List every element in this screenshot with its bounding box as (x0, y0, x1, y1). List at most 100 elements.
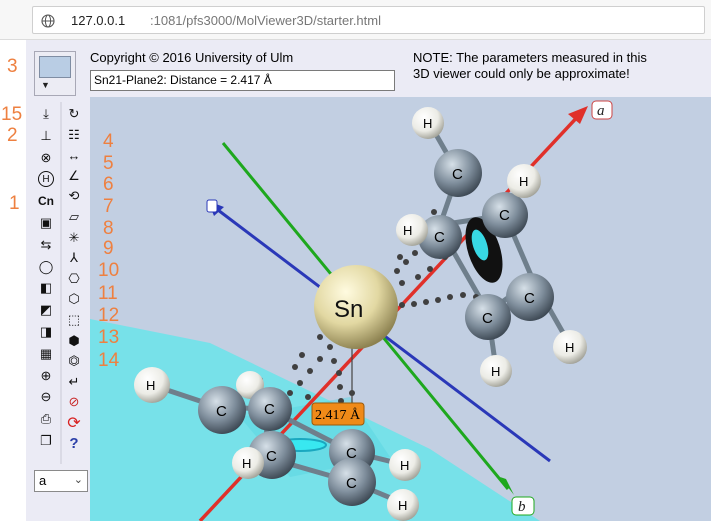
annotation-9: 9 (103, 238, 114, 259)
cube-icon: ◧ (39, 280, 53, 296)
carbon-label: C (499, 207, 510, 224)
hydrogen-label: H (146, 378, 155, 393)
copy-icon: ❐ (40, 433, 52, 448)
cube-add-button[interactable]: ◨ (34, 320, 58, 344)
centroid-icon: ✳ (68, 229, 80, 245)
cube-add-icon: ◨ (39, 324, 53, 339)
globe-icon (41, 14, 55, 28)
clipboard-color-button[interactable]: ▣ (34, 211, 58, 235)
annotation-12: 12 (98, 305, 120, 326)
cube-edit-button[interactable]: ◩ (34, 298, 58, 322)
hydrogen-label: H (398, 498, 407, 513)
ring-button[interactable]: ◯ (34, 255, 58, 279)
cube-stack-button[interactable]: ▦ (34, 342, 58, 366)
annotation-15: 15 (1, 104, 23, 125)
return-icon: ↵ (68, 373, 80, 389)
copy-button[interactable]: ❐ (34, 429, 58, 453)
ring-icon: ◯ (38, 258, 54, 274)
url-field[interactable]: 127.0.0.1 :1081/pfs3000/MolViewer3D/star… (32, 6, 705, 34)
annotation-6: 6 (103, 174, 114, 195)
measurement-field[interactable]: Sn21-Plane2: Distance = 2.417 Å (90, 70, 395, 91)
rotate-button[interactable]: ⇆ (34, 233, 58, 257)
distance-label: 2.417 Å (315, 407, 361, 423)
print-icon: ⎙ (40, 411, 52, 427)
axis-a-label: a (597, 103, 605, 119)
hydrogen-label: H (565, 340, 574, 355)
cube-button[interactable]: ◧ (34, 276, 58, 300)
note-line-1: NOTE: The parameters measured in this (413, 50, 647, 65)
hydrogen-label: H (242, 456, 251, 471)
cube-edit-icon: ◩ (39, 302, 53, 318)
refresh-icon: ⟳ (67, 415, 81, 432)
frame-select[interactable]: a ⌄ (34, 470, 88, 492)
hydrogen-button[interactable]: H (34, 167, 58, 191)
dropdown-arrow-icon: ▼ (41, 80, 50, 90)
distance-icon: ↔ (67, 147, 81, 163)
element-label-icon: Cn (38, 194, 54, 209)
help-button[interactable]: ? (62, 432, 86, 456)
ring-hexagon-icon: ⬢ (68, 332, 80, 348)
print-button[interactable]: ⎙ (34, 407, 58, 431)
note-line-2: 3D viewer could only be approximate! (413, 66, 630, 81)
frame-select-value: a (39, 473, 47, 488)
hydrogen-label: H (403, 223, 412, 238)
copyright-text: Copyright © 2016 University of Ulm (90, 50, 294, 65)
help-icon: ? (69, 435, 79, 453)
axis-b-label: b (518, 499, 526, 515)
rotate-axis-icon: ↻ (68, 106, 80, 121)
hydrogen-label: H (400, 458, 409, 473)
rotate-icon: ⇆ (40, 236, 52, 252)
carbon-label: C (482, 310, 493, 327)
molecule-viewer[interactable]: a b C C C C C H H H H H H C C C H C C H … (90, 97, 711, 521)
reset-orientation-icon: ⤓ (43, 106, 49, 121)
url-path: :1081/pfs3000/MolViewer3D/starter.html (150, 13, 381, 28)
annotation-13: 13 (98, 327, 120, 348)
annotation-11: 11 (98, 283, 118, 304)
color-swatch (39, 56, 71, 78)
hydrogen-icon: H (38, 171, 54, 188)
hydrogen-label: H (423, 116, 432, 131)
ring-select-icon: ⎔ (68, 270, 80, 286)
close-circle-icon: ⊗ (40, 149, 52, 165)
annotation-4: 4 (103, 131, 114, 152)
annotation-10: 10 (98, 260, 120, 281)
polyhedron-icon: ⬡ (68, 291, 80, 307)
axis-c-marker (206, 199, 218, 213)
tin-label: Sn (334, 296, 363, 323)
element-label-button[interactable]: Cn (34, 189, 58, 213)
color-preview-dropdown[interactable]: ▼ (34, 51, 76, 96)
zoom-in-button[interactable]: ⊕ (34, 364, 58, 388)
hydrogen-label: H (519, 174, 528, 189)
toolbar: ⤓ ⊥ ⊗ H Cn ▣ ⇆ ◯ ◧ ◩ ◨ ▦ ⊕ ⊖ ⎙ ❐ ↻ ☷ ↔ ∠ ⟲ ▱ ✳ ⅄ ⎔ ⬡ ⬚ ⬢ ⏣ ↵ ⊘ ⟳? (34, 102, 88, 464)
zoom-out-button[interactable]: ⊖ (34, 385, 58, 409)
measure-list-icon: ☷ (68, 126, 80, 142)
hide-hydrogen-icon: ⊥ (40, 127, 52, 143)
annotation-7: 7 (103, 196, 114, 217)
angle-icon: ∠ (68, 167, 80, 183)
annotation-14: 14 (98, 350, 120, 371)
carbon-label: C (524, 290, 535, 307)
browser-address-bar: 127.0.0.1 :1081/pfs3000/MolViewer3D/star… (0, 0, 711, 40)
close-circle-button[interactable]: ⊗ (34, 146, 58, 170)
hydrogen-label: H (491, 364, 500, 379)
hide-hydrogen-button[interactable]: ⊥ (34, 124, 58, 148)
chevron-down-icon: ⌄ (73, 474, 83, 486)
carbon-label: C (266, 448, 277, 465)
torsion-icon: ⟲ (68, 188, 80, 204)
reset-orientation-button[interactable]: ⤓ (34, 102, 58, 126)
carbon-label: C (264, 401, 275, 418)
plane-select-icon: ⬚ (67, 312, 81, 327)
zoom-out-icon: ⊖ (40, 389, 52, 405)
annotation-5: 5 (103, 153, 114, 174)
annotation-8: 8 (103, 218, 114, 239)
atom-hex-icon: ⏣ (68, 353, 80, 369)
branch-icon: ⅄ (70, 250, 78, 266)
carbon-label: C (346, 475, 357, 492)
url-host: 127.0.0.1 (71, 13, 126, 28)
molecule-scene: a b C C C C C H H H H H H C C C H C C H … (90, 100, 613, 521)
annotation-2: 2 (7, 125, 18, 146)
annotation-1: 1 (9, 193, 20, 214)
carbon-label: C (452, 166, 463, 183)
carbon-label: C (434, 229, 445, 246)
plane-icon: ▱ (69, 209, 79, 224)
